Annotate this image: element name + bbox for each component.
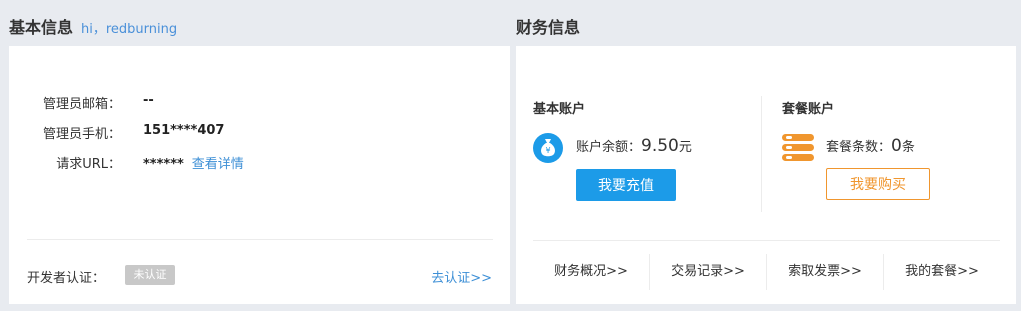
buy-package-button[interactable]: 我要购买 — [826, 168, 930, 200]
balance-text: 账户余额：9.50元 — [576, 136, 692, 156]
finance-info-panel: 基本账户 ¥ 账户余额：9.50元 我要充值 套餐账户 套餐条数：0条 我要购买… — [516, 46, 1016, 304]
request-url-value: ****** — [143, 157, 184, 172]
developer-auth-label: 开发者认证： — [27, 271, 106, 286]
greeting-text: hi，redburning — [81, 22, 178, 37]
basic-info-panel: 管理员邮箱： -- 管理员手机： 151****407 请求URL： *****… — [9, 46, 510, 304]
basic-info-heading: 基本信息 — [9, 18, 74, 37]
package-account-title: 套餐账户 — [782, 102, 835, 117]
package-count-label: 套餐条数： — [826, 140, 892, 155]
request-url-value-wrap: ****** 查看详情 — [143, 153, 244, 172]
svg-text:¥: ¥ — [545, 146, 550, 155]
request-invoice-link[interactable]: 索取发票>> — [767, 254, 884, 290]
request-url-label: 请求URL： — [56, 157, 121, 172]
balance-unit: 元 — [678, 140, 692, 155]
finance-overview-link[interactable]: 财务概况>> — [533, 254, 650, 290]
account-divider — [761, 96, 762, 212]
package-stack-icon — [782, 134, 814, 161]
recharge-button[interactable]: 我要充值 — [576, 169, 676, 201]
admin-phone-value: 151****407 — [143, 123, 225, 138]
basic-account-title: 基本账户 — [533, 102, 586, 117]
admin-phone-label: 管理员手机： — [42, 127, 121, 142]
balance-label: 账户余额： — [576, 140, 642, 155]
money-bag-icon: ¥ — [533, 133, 563, 163]
view-details-link[interactable]: 查看详情 — [192, 157, 244, 172]
package-count-unit: 条 — [901, 140, 915, 155]
balance-value: 9.50 — [641, 136, 679, 156]
divider — [533, 240, 1000, 241]
my-packages-link[interactable]: 我的套餐>> — [884, 254, 1000, 290]
transaction-records-link[interactable]: 交易记录>> — [650, 254, 767, 290]
finance-links: 财务概况>> 交易记录>> 索取发票>> 我的套餐>> — [533, 254, 1000, 290]
package-count-value: 0 — [891, 136, 902, 156]
admin-email-label: 管理员邮箱： — [42, 97, 121, 112]
package-count-text: 套餐条数：0条 — [826, 136, 915, 156]
go-auth-link[interactable]: 去认证>> — [431, 267, 492, 286]
finance-info-title: 财务信息 — [516, 18, 581, 37]
divider — [27, 239, 493, 240]
status-badge: 未认证 — [125, 265, 175, 285]
admin-email-value: -- — [143, 93, 154, 108]
basic-info-title: 基本信息 hi，redburning — [9, 14, 177, 38]
